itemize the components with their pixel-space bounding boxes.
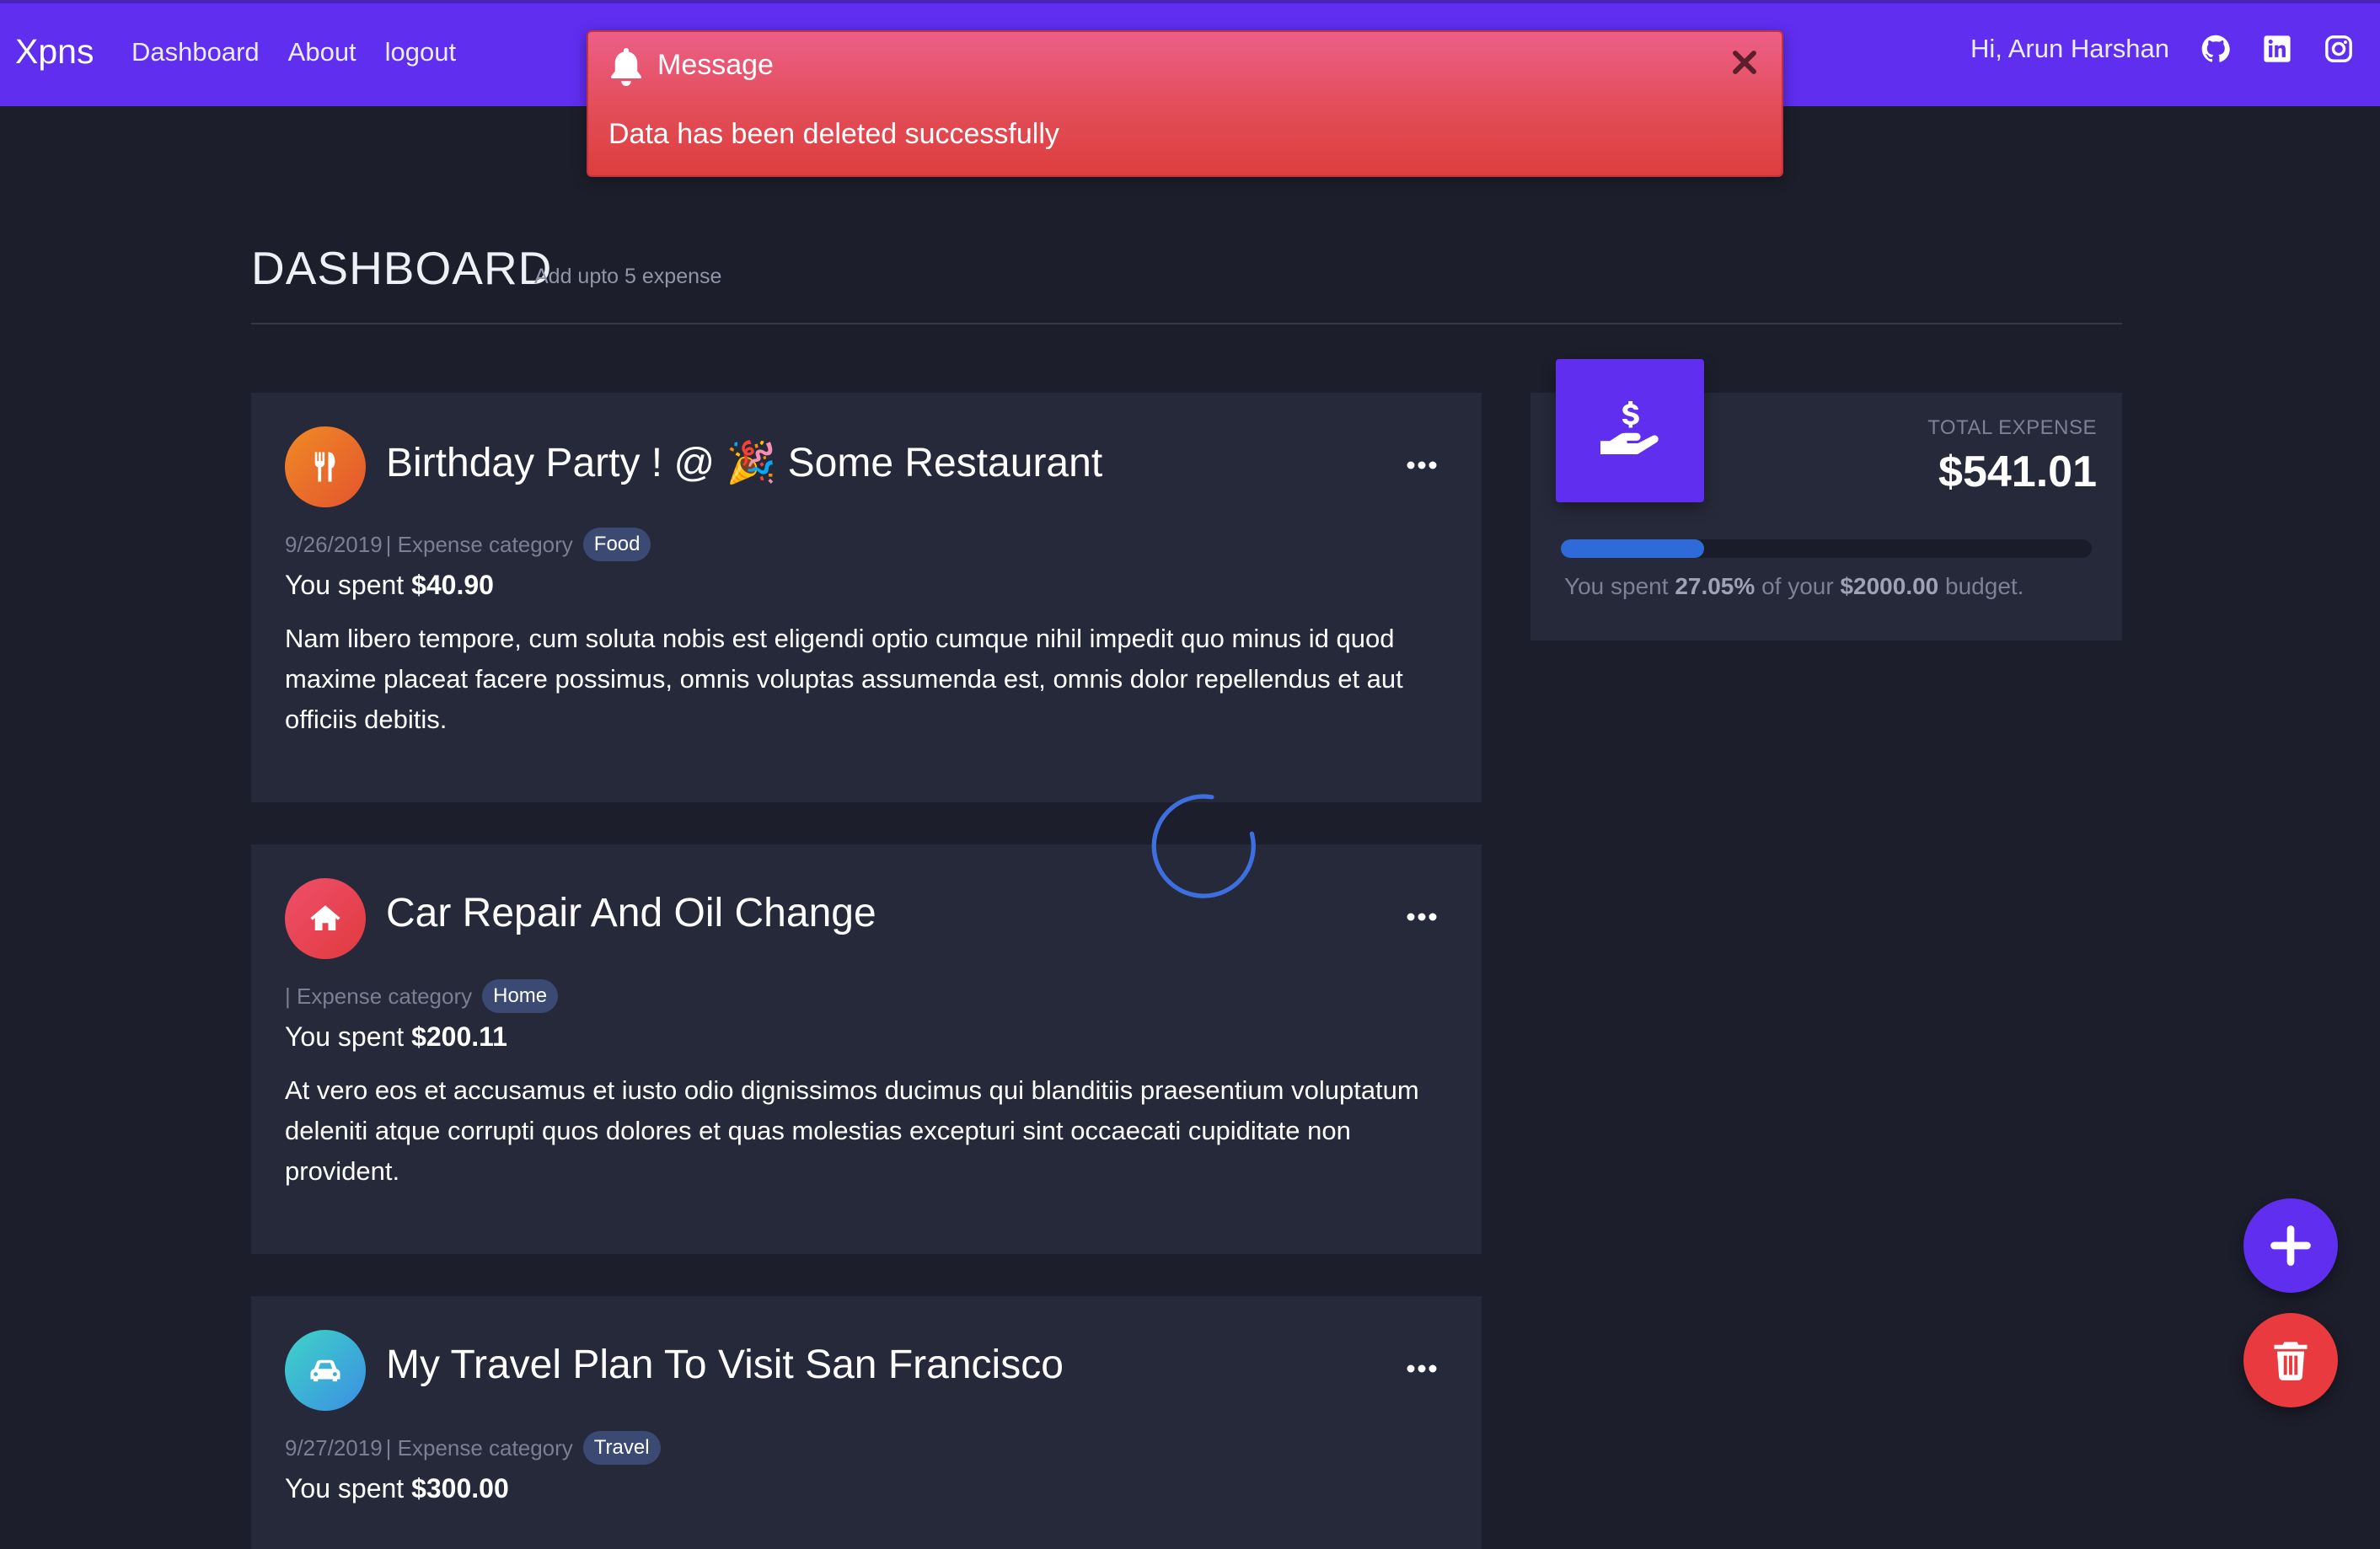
category-icon-travel (285, 1330, 366, 1411)
nav-link-logout[interactable]: logout (385, 37, 456, 67)
page-subtitle: Add upto 5 expense (534, 265, 722, 288)
toast-notification: Message Data has been deleted successful… (587, 30, 1783, 177)
expense-title: My Travel Plan To Visit San Francisco (386, 1343, 1064, 1387)
plus-icon (2270, 1225, 2311, 1266)
more-options-icon[interactable] (1404, 1359, 1439, 1379)
nav-links: Dashboard About logout (131, 37, 456, 67)
category-icon-home (285, 878, 366, 959)
expense-card: My Travel Plan To Visit San Francisco 9/… (251, 1296, 1482, 1549)
home-icon (310, 905, 340, 930)
expense-category-label: | Expense category (385, 531, 573, 557)
spent-prefix: You spent (285, 570, 405, 600)
hand-dollar-icon (1600, 401, 1659, 454)
instagram-icon[interactable] (2324, 35, 2353, 63)
bell-icon (611, 47, 641, 86)
close-icon[interactable] (1726, 44, 1763, 81)
expense-meta: 9/26/2019 | Expense category Food (285, 528, 651, 561)
budget-progress-fill (1561, 539, 1705, 558)
brand-logo[interactable]: Xpns (15, 32, 94, 72)
expense-date: 9/26/2019 (285, 531, 383, 557)
budget-progress-bar (1561, 539, 2092, 558)
expense-amount-line: You spent $300.00 (285, 1473, 509, 1504)
spent-prefix: You spent (285, 1473, 405, 1503)
total-expense-amount: $541.01 (1938, 448, 2097, 496)
loading-spinner (1151, 794, 1256, 898)
nav-right: Hi, Arun Harshan (1970, 34, 2353, 64)
expense-description: Nam libero tempore, cum soluta nobis est… (285, 624, 1403, 734)
expense-card: Birthday Party ! @ 🎉 Some Restaurant 9/2… (251, 393, 1482, 802)
more-options-icon[interactable] (1404, 455, 1439, 475)
page-title: DASHBOARD (251, 242, 553, 294)
budget-middle: of your (1761, 573, 1834, 599)
spent-prefix: You spent (285, 1021, 405, 1052)
toast-title: Message (657, 49, 774, 81)
total-expense-label: TOTAL EXPENSE (1927, 416, 2097, 439)
expense-title: Birthday Party ! @ 🎉 Some Restaurant (386, 441, 1103, 485)
nav-link-dashboard[interactable]: Dashboard (131, 37, 260, 67)
expense-description: At vero eos et accusamus et iusto odio d… (285, 1075, 1419, 1186)
expense-amount: $300.00 (411, 1473, 509, 1503)
budget-summary: You spent 27.05% of your $2000.00 budget… (1564, 573, 2024, 600)
budget-prefix: You spent (1564, 573, 1669, 599)
expense-amount-line: You spent $40.90 (285, 570, 494, 601)
expense-category-label: | Expense category (285, 983, 473, 1009)
expense-amount: $200.11 (411, 1021, 507, 1052)
expense-amount: $40.90 (411, 570, 494, 600)
expense-meta: 9/27/2019 | Expense category Travel (285, 1431, 661, 1465)
total-expense-icon-tile (1556, 359, 1704, 502)
category-badge: Travel (582, 1431, 661, 1465)
category-badge: Home (482, 979, 559, 1013)
expense-date: 9/27/2019 (285, 1434, 383, 1461)
budget-percent: 27.05% (1675, 573, 1756, 599)
delete-all-button[interactable] (2243, 1313, 2338, 1407)
github-icon[interactable] (2201, 35, 2230, 63)
expense-meta: | Expense category Home (285, 979, 559, 1013)
car-icon (310, 1359, 340, 1382)
expense-title: Car Repair And Oil Change (386, 891, 876, 935)
utensils-icon (314, 452, 335, 482)
nav-link-about[interactable]: About (288, 37, 356, 67)
expense-card: Car Repair And Oil Change | Expense cate… (251, 844, 1482, 1254)
trash-icon (2274, 1342, 2308, 1380)
user-greeting: Hi, Arun Harshan (1970, 34, 2169, 63)
expense-category-label: | Expense category (385, 1434, 573, 1461)
more-options-icon[interactable] (1404, 907, 1439, 927)
toast-message: Data has been deleted successfully (608, 118, 1059, 150)
category-icon-food (285, 426, 366, 507)
category-badge: Food (582, 528, 651, 561)
budget-amount: $2000.00 (1840, 573, 1939, 599)
header-divider (251, 323, 2122, 324)
linkedin-icon[interactable] (2263, 35, 2292, 63)
add-expense-button[interactable] (2243, 1198, 2338, 1293)
expense-amount-line: You spent $200.11 (285, 1021, 507, 1053)
budget-suffix: budget. (1945, 573, 2024, 599)
